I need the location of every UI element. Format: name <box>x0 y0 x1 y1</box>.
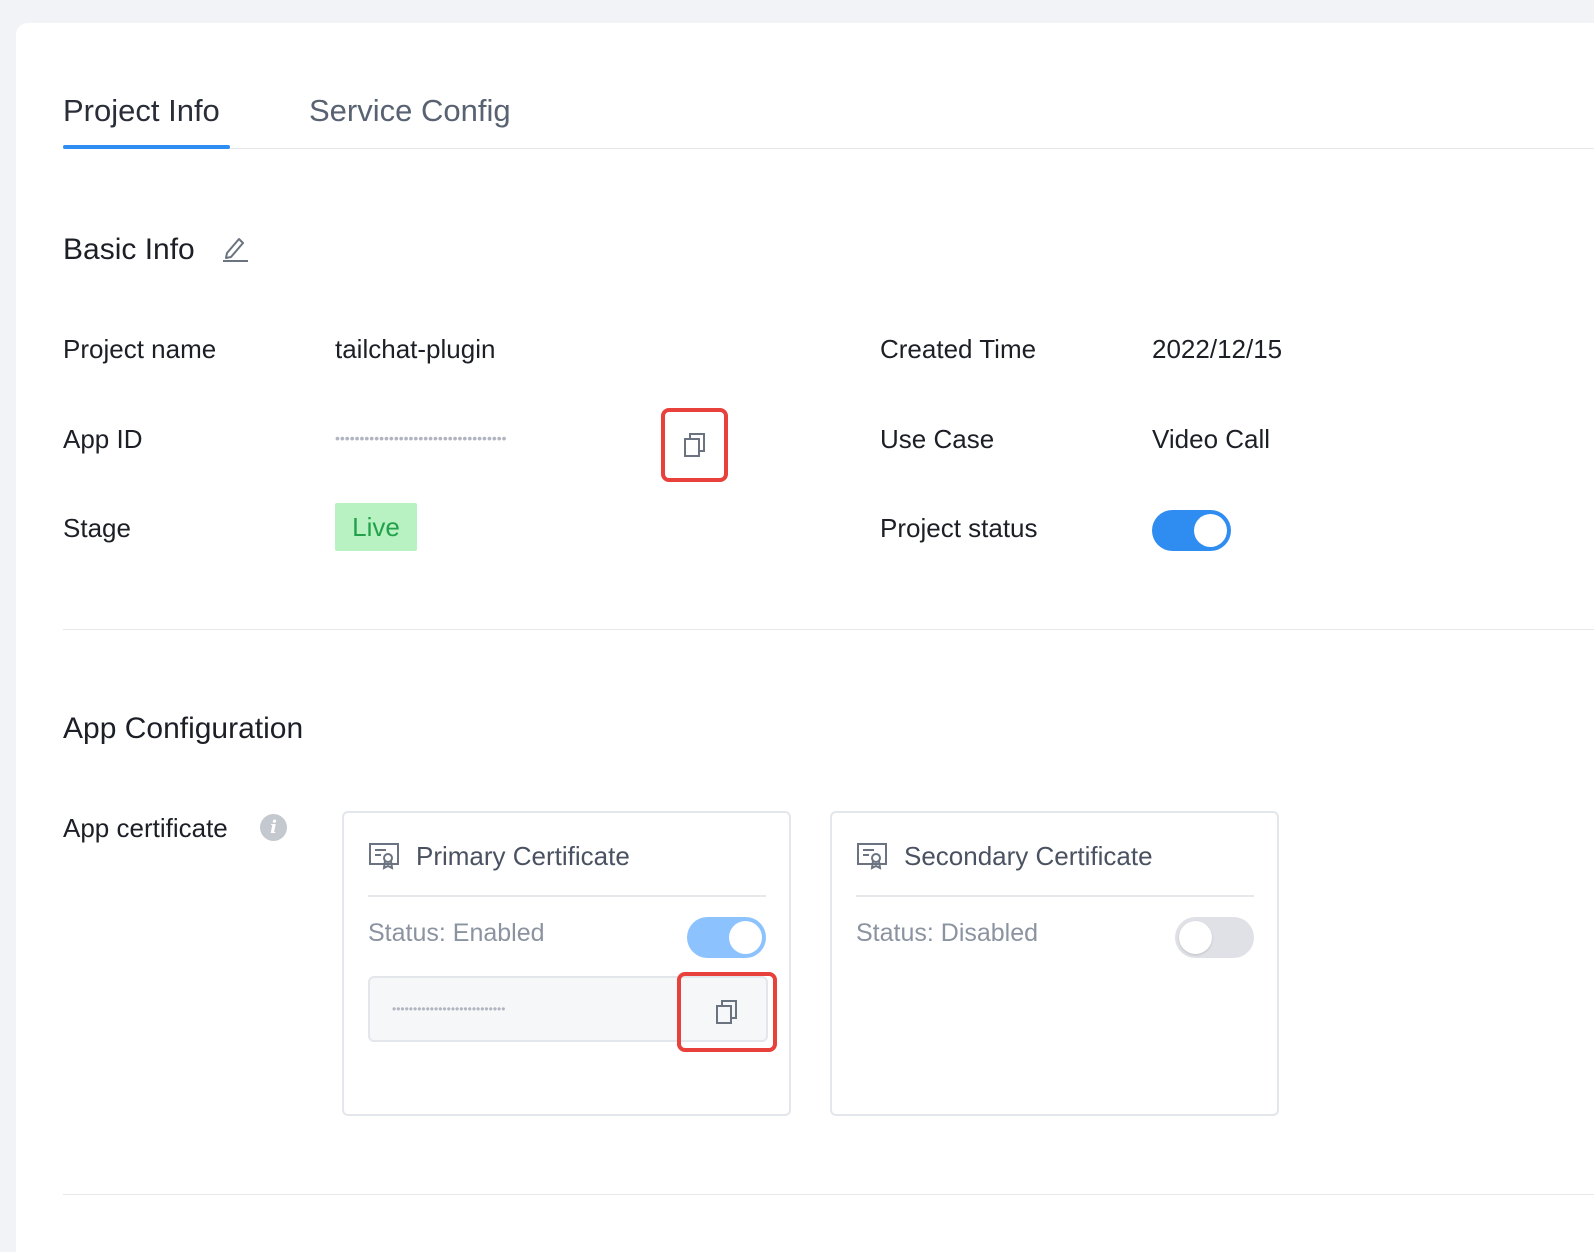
project-status-toggle[interactable] <box>1152 510 1231 551</box>
primary-certificate-title: Primary Certificate <box>416 841 630 871</box>
primary-certificate-copy-button[interactable] <box>677 972 777 1052</box>
secondary-certificate-toggle[interactable] <box>1175 917 1254 958</box>
tab-service-config[interactable]: Service Config <box>309 93 511 129</box>
use-case-value: Video Call <box>1152 424 1271 454</box>
tab-project-info[interactable]: Project Info <box>63 93 220 129</box>
card-divider <box>368 895 766 897</box>
secondary-certificate-title: Secondary Certificate <box>904 841 1153 871</box>
primary-certificate-masked-value: ••••••••••••••••••••••••••• <box>392 1002 506 1016</box>
copy-icon <box>683 433 705 457</box>
created-time-label: Created Time <box>880 334 1037 364</box>
certificate-icon <box>857 843 887 870</box>
section-divider <box>63 629 1594 630</box>
use-case-label: Use Case <box>880 424 995 454</box>
created-time-value: 2022/12/15 <box>1152 334 1283 364</box>
project-name-value: tailchat-plugin <box>335 334 496 364</box>
app-id-label: App ID <box>63 424 143 454</box>
secondary-certificate-status: Status: Disabled <box>856 919 1039 947</box>
certificate-icon <box>369 843 399 870</box>
primary-certificate-toggle[interactable] <box>687 917 766 958</box>
tabs-divider <box>63 148 1594 149</box>
info-icon[interactable]: i <box>260 814 287 841</box>
primary-certificate-card: Primary Certificate Status: Enabled ••••… <box>342 811 791 1116</box>
secondary-certificate-card: Secondary Certificate Status: Disabled <box>830 811 1279 1116</box>
card-divider <box>856 895 1254 897</box>
project-status-label: Project status <box>880 513 1038 543</box>
active-tab-indicator <box>63 145 230 149</box>
app-configuration-title: App Configuration <box>63 712 304 745</box>
project-name-label: Project name <box>63 334 217 364</box>
stage-label: Stage <box>63 513 131 543</box>
basic-info-title: Basic Info <box>63 233 195 266</box>
bottom-divider <box>63 1194 1594 1195</box>
page-card <box>16 23 1594 1252</box>
app-certificate-label: App certificate <box>63 813 228 843</box>
app-id-copy-button[interactable] <box>661 408 728 482</box>
copy-icon <box>716 1000 737 1024</box>
app-id-masked-value: ••••••••••••••••••••••••••••••••••• <box>335 430 507 446</box>
pencil-icon[interactable] <box>221 233 249 263</box>
stage-live-badge: Live <box>335 503 417 551</box>
primary-certificate-status: Status: Enabled <box>368 919 545 947</box>
